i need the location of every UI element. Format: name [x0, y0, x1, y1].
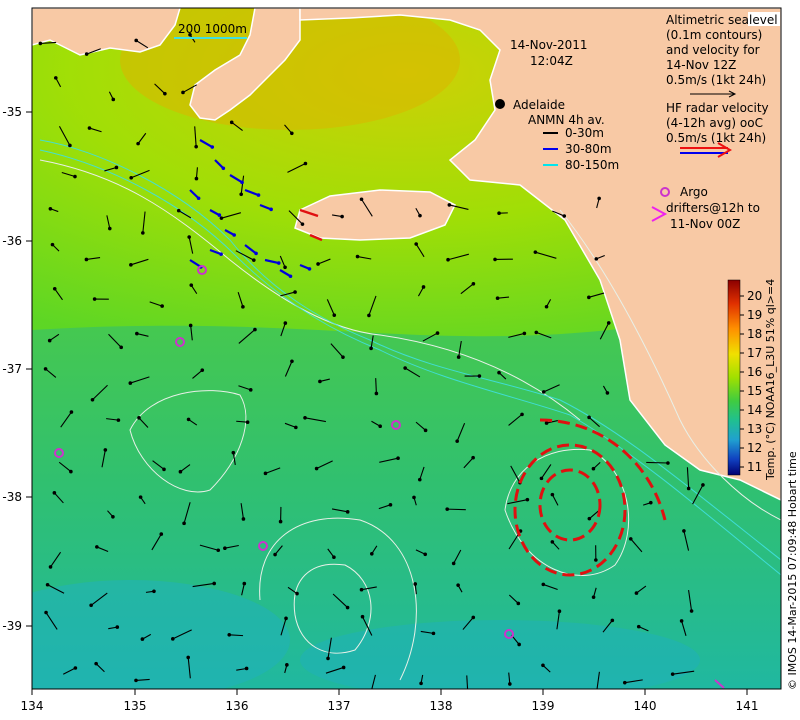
- x-axis: 134 135 136 137 138 139 140 141: [21, 689, 759, 713]
- x-tick-label: 139: [532, 699, 555, 713]
- sealevel-line-3: 14-Nov 12Z: [666, 58, 736, 72]
- adelaide-marker: [495, 99, 505, 109]
- x-tick-label: 137: [328, 699, 351, 713]
- credit-label: © IMOS 14-Mar-2015 07:09:48 Hobart time: [786, 451, 799, 690]
- hf-line-0: HF radar velocity: [666, 101, 769, 115]
- city-label: Adelaide: [513, 98, 565, 112]
- anmn-item-1: 30-80m: [565, 142, 612, 156]
- colorbar-tick-label: 16: [747, 365, 762, 379]
- anmn-title: ANMN 4h av.: [528, 113, 605, 127]
- colorbar-tick-label: 15: [747, 384, 762, 398]
- colorbar-tick-label: 18: [747, 327, 762, 341]
- sealevel-line-4: 0.5m/s (1kt 24h): [666, 73, 766, 87]
- scale-label: 200 1000m: [178, 22, 247, 36]
- argo-line-2: 11-Nov 00Z: [670, 217, 740, 231]
- hf-line-1: (4-12h avg) ooC: [666, 116, 763, 130]
- hf-line-2: 0.5m/s (1kt 24h): [666, 131, 766, 145]
- sealevel-line-2: and velocity for: [666, 43, 760, 57]
- colorbar-tick-label: 19: [747, 308, 762, 322]
- cool-water-s: [300, 620, 700, 689]
- colorbar: [727, 279, 741, 476]
- y-axis: -35 -36 -37 -38 -39: [2, 105, 32, 633]
- x-tick-label: 138: [430, 699, 453, 713]
- time-label: 12:04Z: [530, 54, 573, 68]
- x-tick-label: 134: [21, 699, 44, 713]
- colorbar-tick-label: 13: [747, 422, 762, 436]
- argo-line-0: Argo: [680, 185, 708, 199]
- colorbar-label: Temp. (°C) NOAA16_L3U 51% ql>=4: [764, 279, 777, 481]
- colorbar-tick-label: 14: [747, 403, 762, 417]
- colorbar-tick-label: 20: [747, 289, 762, 303]
- anmn-item-2: 80-150m: [565, 158, 619, 172]
- argo-line-1: drifters@12h to: [666, 201, 760, 215]
- x-tick-label: 140: [634, 699, 657, 713]
- y-tick-label: -39: [2, 619, 22, 633]
- map-panel: Adelaide 200 1000m 14-Nov-2011 12:04Z AN…: [32, 8, 781, 689]
- y-tick-label: -38: [2, 490, 22, 504]
- anmn-item-0: 0-30m: [565, 126, 604, 140]
- date-label: 14-Nov-2011: [510, 38, 588, 52]
- x-tick-label: 136: [226, 699, 249, 713]
- colorbar-tick-label: 17: [747, 346, 762, 360]
- y-tick-label: -36: [2, 234, 22, 248]
- y-tick-label: -35: [2, 105, 22, 119]
- colorbar-tick-label: 12: [747, 441, 762, 455]
- x-tick-label: 141: [736, 699, 759, 713]
- sealevel-line-0: Altimetric sealevel: [666, 13, 778, 27]
- sealevel-line-1: (0.1m contours): [666, 28, 762, 42]
- x-tick-label: 135: [124, 699, 147, 713]
- colorbar-tick-label: 11: [747, 460, 762, 474]
- y-tick-label: -37: [2, 362, 22, 376]
- sst-map: Adelaide 200 1000m 14-Nov-2011 12:04Z AN…: [2, 7, 799, 713]
